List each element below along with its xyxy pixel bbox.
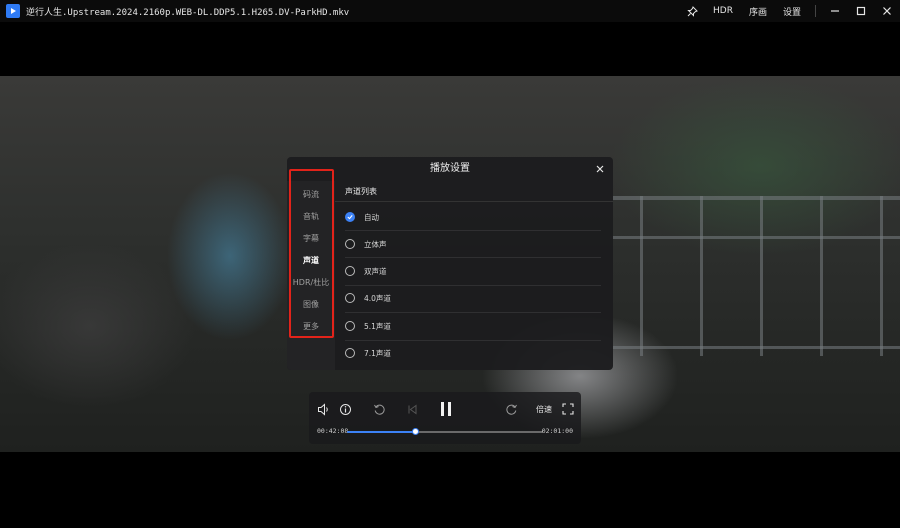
railing-post — [760, 196, 763, 356]
fullscreen-icon[interactable] — [560, 401, 576, 417]
radio-icon[interactable] — [345, 348, 355, 358]
section-title: 声道列表 — [345, 187, 377, 196]
channel-option-dual[interactable]: 双声道 — [345, 262, 601, 280]
option-label: 双声道 — [364, 266, 387, 276]
speed-button[interactable]: 倍速 — [533, 401, 555, 417]
maximize-icon[interactable] — [848, 0, 874, 22]
volume-icon[interactable] — [315, 401, 331, 417]
railing-post — [640, 196, 643, 356]
hdr-button[interactable]: HDR — [713, 6, 733, 16]
railing-bar — [610, 236, 900, 239]
radio-icon[interactable] — [345, 321, 355, 331]
current-time: 00:42:08 — [317, 427, 349, 435]
pause-icon[interactable] — [435, 399, 457, 419]
option-divider — [345, 230, 601, 231]
close-icon[interactable] — [593, 162, 607, 176]
player-controls: 倍速 00:42:08 02:01:00 — [309, 392, 581, 444]
titlebar-divider — [815, 5, 816, 17]
railing-bar — [610, 196, 900, 200]
channel-option-stereo[interactable]: 立体声 — [345, 235, 601, 253]
sequence-button[interactable]: 序画 — [749, 5, 767, 18]
railing-post — [880, 196, 883, 356]
nav-item-image[interactable]: 图像 — [287, 299, 335, 310]
section-divider — [335, 201, 613, 202]
option-label: 立体声 — [364, 239, 387, 249]
channel-option-auto[interactable]: 自动 — [345, 208, 601, 226]
railing-post — [700, 196, 703, 356]
radio-icon[interactable] — [345, 293, 355, 303]
option-divider — [345, 285, 601, 286]
minimize-icon[interactable] — [822, 0, 848, 22]
rewind-icon[interactable] — [371, 401, 387, 417]
seek-progress — [347, 431, 416, 433]
railing-bar — [610, 346, 900, 349]
radio-icon[interactable] — [345, 239, 355, 249]
option-divider — [345, 340, 601, 341]
option-divider — [345, 257, 601, 258]
seek-thumb[interactable] — [412, 428, 420, 435]
nav-item-subtitles[interactable]: 字幕 — [287, 233, 335, 244]
radio-checked-icon[interactable] — [345, 212, 355, 222]
close-window-icon[interactable] — [874, 0, 900, 22]
total-time: 02:01:00 — [541, 427, 573, 435]
nav-item-hdr-dolby[interactable]: HDR/杜比 — [287, 277, 335, 288]
seek-bar[interactable] — [347, 428, 543, 435]
channel-option-5-1[interactable]: 5.1声道 — [345, 317, 601, 335]
pin-icon[interactable] — [679, 0, 705, 22]
nav-item-bitrate[interactable]: 码流 — [287, 189, 335, 200]
forward-icon[interactable] — [503, 401, 519, 417]
app-icon — [6, 4, 20, 18]
railing-post — [820, 196, 823, 356]
option-divider — [345, 312, 601, 313]
nav-item-more[interactable]: 更多 — [287, 321, 335, 332]
window-title: 逆行人生.Upstream.2024.2160p.WEB-DL.DDP5.1.H… — [26, 7, 350, 18]
nav-item-channels[interactable]: 声道 — [287, 255, 335, 266]
radio-icon[interactable] — [345, 266, 355, 276]
dialog-title: 播放设置 — [430, 163, 470, 174]
settings-nav: 码流 音轨 字幕 声道 HDR/杜比 图像 更多 — [287, 181, 335, 370]
settings-button[interactable]: 设置 — [783, 5, 801, 18]
option-label: 5.1声道 — [364, 321, 391, 331]
option-label: 自动 — [364, 212, 379, 222]
option-label: 4.0声道 — [364, 293, 391, 303]
previous-icon[interactable] — [404, 401, 420, 417]
title-bar: 逆行人生.Upstream.2024.2160p.WEB-DL.DDP5.1.H… — [0, 0, 900, 22]
nav-item-audio-track[interactable]: 音轨 — [287, 211, 335, 222]
channel-option-7-1[interactable]: 7.1声道 — [345, 344, 601, 362]
option-label: 7.1声道 — [364, 348, 391, 358]
info-icon[interactable] — [337, 401, 353, 417]
playback-settings-dialog: 播放设置 码流 音轨 字幕 声道 HDR/杜比 图像 更多 声道列表 自动 立体… — [287, 157, 613, 370]
channel-option-4-0[interactable]: 4.0声道 — [345, 289, 601, 307]
